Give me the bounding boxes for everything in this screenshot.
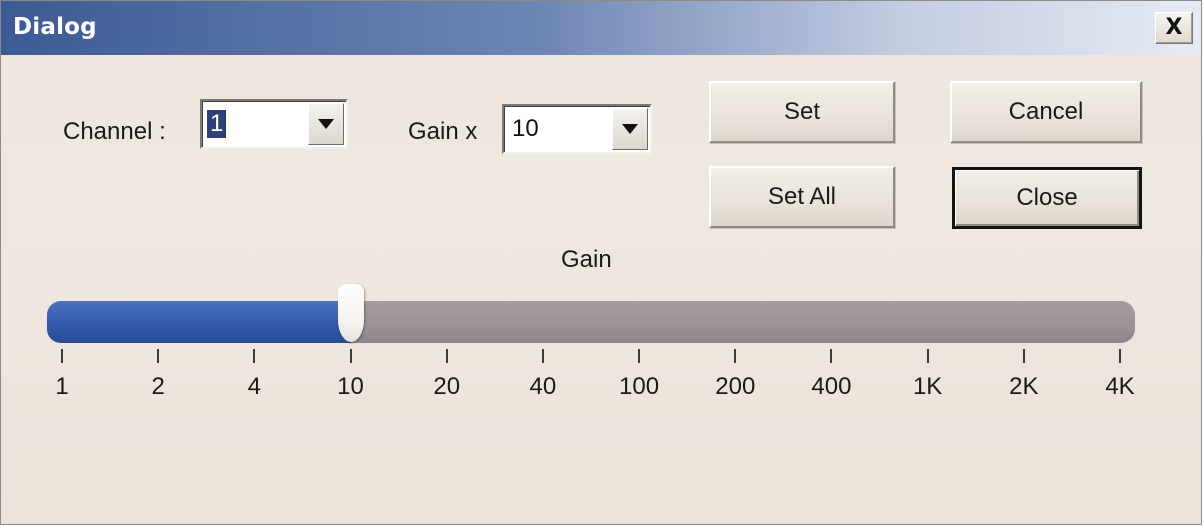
slider-tick-mark	[638, 349, 641, 363]
close-glyph: X	[1165, 15, 1183, 40]
close-button[interactable]: Close	[952, 167, 1142, 229]
slider-tick-label: 20	[433, 373, 461, 400]
slider-tick-mark	[830, 349, 833, 363]
channel-select[interactable]: 1	[200, 99, 348, 149]
gain-select-value: 10	[512, 115, 539, 142]
slider-tick-label: 200	[715, 373, 756, 400]
slider-tick-label: 1	[55, 373, 69, 400]
set-button[interactable]: Set	[709, 81, 895, 143]
slider-tick-label: 100	[619, 373, 660, 400]
set-all-button[interactable]: Set All	[709, 166, 895, 228]
slider-tick-mark	[445, 349, 448, 363]
slider-tick-label: 2K	[1009, 373, 1039, 400]
slider-tick-label: 1K	[912, 373, 943, 400]
cancel-button[interactable]: Cancel	[950, 81, 1142, 143]
slider-tick-mark	[349, 349, 352, 363]
window-title: Dialog	[13, 14, 97, 40]
close-icon[interactable]: X	[1155, 12, 1193, 44]
slider-tick-label: 2	[151, 373, 165, 400]
slider-tick-mark	[541, 349, 544, 363]
slider-tick-mark	[61, 349, 63, 363]
slider-tick-mark	[734, 349, 737, 363]
dialog-window: Dialog X Channel : 1 Gain x 10 Set Cance…	[0, 0, 1202, 525]
channel-label: Channel :	[63, 118, 166, 145]
slider-tick-mark	[926, 349, 929, 363]
gain-slider-fill	[47, 301, 351, 343]
slider-tick-label: 4	[247, 373, 262, 400]
gain-label: Gain x	[408, 118, 478, 145]
gain-slider-title: Gain	[561, 246, 612, 273]
title-bar[interactable]: Dialog X	[1, 1, 1201, 55]
gain-select[interactable]: 10	[502, 104, 652, 154]
slider-tick-mark	[1022, 349, 1025, 363]
slider-tick-mark	[253, 349, 256, 363]
slider-tick-label: 40	[529, 373, 557, 400]
slider-tick-label: 4K	[1105, 373, 1135, 400]
slider-tick-label: 10	[337, 373, 364, 400]
slider-tick-label: 400	[811, 373, 852, 400]
chevron-down-icon[interactable]	[308, 103, 344, 145]
slider-tick-mark	[1119, 349, 1121, 363]
channel-select-value: 1	[207, 110, 227, 138]
gain-slider-thumb[interactable]	[337, 284, 364, 342]
slider-tick-mark	[157, 349, 160, 363]
chevron-down-icon[interactable]	[612, 108, 648, 150]
